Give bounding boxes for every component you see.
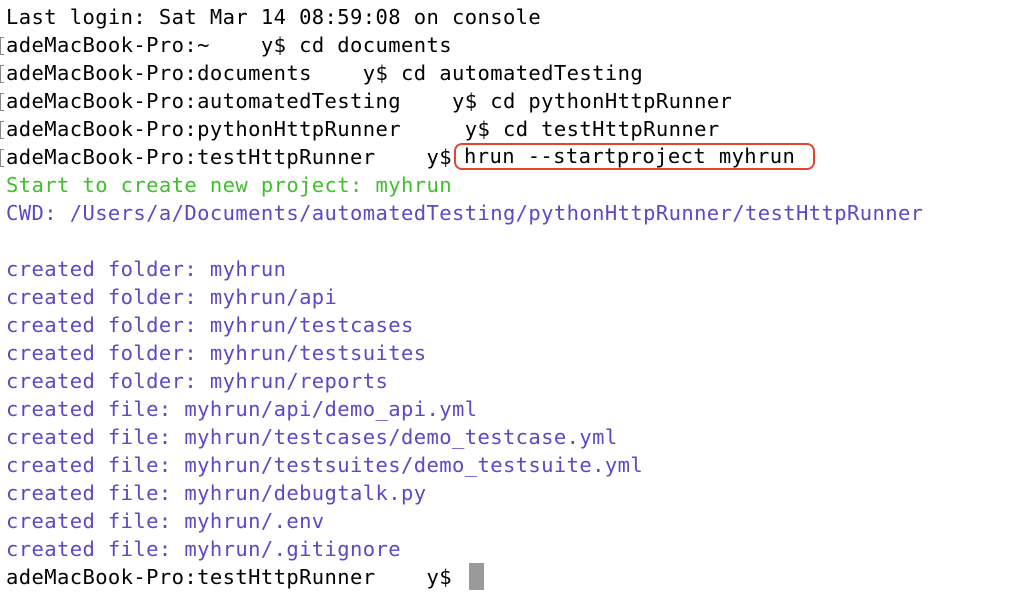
created-line: created file: myhrun/api/demo_api.yml	[6, 397, 478, 421]
created-line: created file: myhrun/debugtalk.py	[6, 481, 427, 505]
command-text: cd testHttpRunner	[502, 117, 720, 141]
created-line: created file: myhrun/.gitignore	[6, 537, 402, 561]
prompt-user: y$	[413, 89, 491, 113]
highlighted-command-box: hrun --startproject myhrun	[453, 143, 816, 170]
command-text: cd documents	[299, 33, 452, 57]
prompt-user: y$	[413, 117, 503, 141]
cwd-message: CWD: /Users/a/Documents/automatedTesting…	[6, 201, 924, 225]
text-cursor[interactable]	[468, 563, 484, 590]
created-line: created folder: myhrun/testsuites	[6, 341, 427, 365]
terminal-window[interactable]: Last login: Sat Mar 14 08:59:08 on conso…	[0, 0, 1028, 602]
command-text: cd pythonHttpRunner	[490, 89, 733, 113]
prompt-text: adeMacBook-Pro:automatedTesting	[6, 89, 414, 113]
prompt-user: y$	[388, 565, 452, 589]
prompt-text: adeMacBook-Pro:documents	[6, 61, 325, 85]
created-line: created file: myhrun/testcases/demo_test…	[6, 425, 618, 449]
created-line: created folder: myhrun/api	[6, 285, 338, 309]
command-line-cd-pythonhttprunner: adeMacBook-Pro:automatedTesting y$ cd py…	[0, 87, 1028, 115]
created-line: created file: myhrun/testsuites/demo_tes…	[6, 453, 644, 477]
command-line-hrun-startproject: adeMacBook-Pro:testHttpRunner y$ hrun --s…	[0, 143, 1028, 171]
command-line-cd-testhttprunner: adeMacBook-Pro:pythonHttpRunner y$ cd te…	[0, 115, 1028, 143]
created-line: created folder: myhrun/reports	[6, 369, 389, 393]
prompt-text: adeMacBook-Pro:testHttpRunner	[6, 145, 389, 169]
prompt-text: adeMacBook-Pro:~	[6, 33, 223, 57]
prompt-user: y$	[388, 145, 452, 169]
created-line: created folder: myhrun	[6, 257, 287, 281]
prompt-marker	[0, 65, 4, 83]
prompt-marker	[0, 149, 4, 167]
prompt-marker	[0, 37, 4, 55]
prompt-marker	[0, 121, 4, 139]
prompt-text: adeMacBook-Pro:testHttpRunner	[6, 565, 389, 589]
command-line-cd-documents: adeMacBook-Pro:~ y$ cd documents	[0, 31, 1028, 59]
prompt-user: y$	[222, 33, 300, 57]
last-login-line: Last login: Sat Mar 14 08:59:08 on conso…	[6, 5, 542, 29]
final-prompt-line[interactable]: adeMacBook-Pro:testHttpRunner y$	[0, 563, 1028, 591]
prompt-user: y$	[324, 61, 402, 85]
start-project-message: Start to create new project: myhrun	[6, 173, 452, 197]
prompt-marker	[0, 93, 4, 111]
command-text: cd automatedTesting	[401, 61, 644, 85]
command-text: hrun --startproject myhrun	[463, 144, 796, 168]
created-line: created folder: myhrun/testcases	[6, 313, 414, 337]
prompt-text: adeMacBook-Pro:pythonHttpRunner	[6, 117, 414, 141]
created-line: created file: myhrun/.env	[6, 509, 325, 533]
command-line-cd-automatedtesting: adeMacBook-Pro:documents y$ cd automated…	[0, 59, 1028, 87]
